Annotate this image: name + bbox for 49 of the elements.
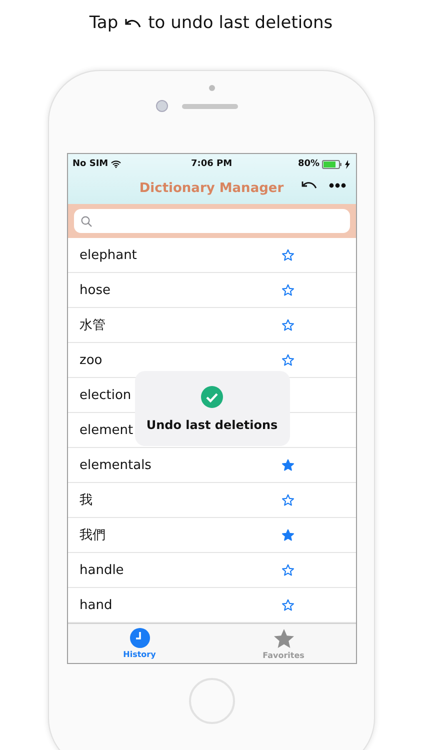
sensor-dot	[208, 85, 214, 91]
word-text: 我們	[80, 527, 106, 544]
word-row[interactable]: 我們	[68, 518, 356, 553]
star-icon[interactable]	[282, 564, 294, 576]
tab[interactable]: History	[68, 624, 212, 663]
star-icon	[272, 628, 294, 648]
star-icon[interactable]	[282, 529, 294, 541]
wifi-icon	[111, 160, 122, 168]
camera-lens	[156, 100, 168, 112]
word-text: elementals	[80, 458, 152, 472]
charging-bolt-icon	[345, 160, 350, 168]
status-time: 7:06 PM	[190, 159, 232, 169]
more-button[interactable]	[328, 182, 346, 188]
undo-button[interactable]	[300, 180, 316, 190]
caption-text: Tap	[89, 13, 118, 33]
word-text: element	[80, 422, 134, 438]
search-icon	[80, 216, 92, 226]
word-text: hand	[80, 598, 112, 612]
speaker-grille	[182, 104, 238, 108]
toast-message: Undo last deletions	[146, 418, 278, 432]
clock-icon	[130, 628, 150, 648]
word-row[interactable]: hose	[68, 273, 356, 308]
word-text: 水管	[80, 317, 106, 334]
search-field[interactable]	[74, 209, 350, 233]
word-row[interactable]: elementals	[68, 448, 356, 483]
word-text: 我	[80, 492, 92, 509]
word-text: hose	[80, 282, 110, 298]
caption-text: to undo last deletions	[148, 13, 333, 33]
star-icon[interactable]	[282, 319, 294, 331]
word-text: handle	[80, 562, 124, 578]
nav-title: Dictionary Manager	[139, 180, 284, 196]
carrier-text: No SIM	[72, 159, 108, 169]
star-icon[interactable]	[282, 459, 294, 471]
checkmark-icon	[201, 386, 223, 408]
word-row[interactable]: 水管	[68, 308, 356, 343]
star-icon[interactable]	[282, 284, 294, 296]
word-text: election	[80, 388, 132, 402]
battery-icon	[322, 160, 342, 168]
star-icon[interactable]	[282, 354, 294, 366]
word-row[interactable]: elephant	[68, 238, 356, 273]
undo-arrow-icon	[124, 17, 142, 29]
word-text: elephant	[80, 248, 137, 262]
word-text: zoo	[80, 352, 102, 368]
word-row[interactable]: handle	[68, 553, 356, 588]
word-row[interactable]: 我	[68, 483, 356, 518]
star-icon[interactable]	[282, 599, 294, 611]
star-icon[interactable]	[282, 494, 294, 506]
star-icon[interactable]	[282, 249, 294, 261]
battery-percent: 80%	[298, 159, 320, 169]
